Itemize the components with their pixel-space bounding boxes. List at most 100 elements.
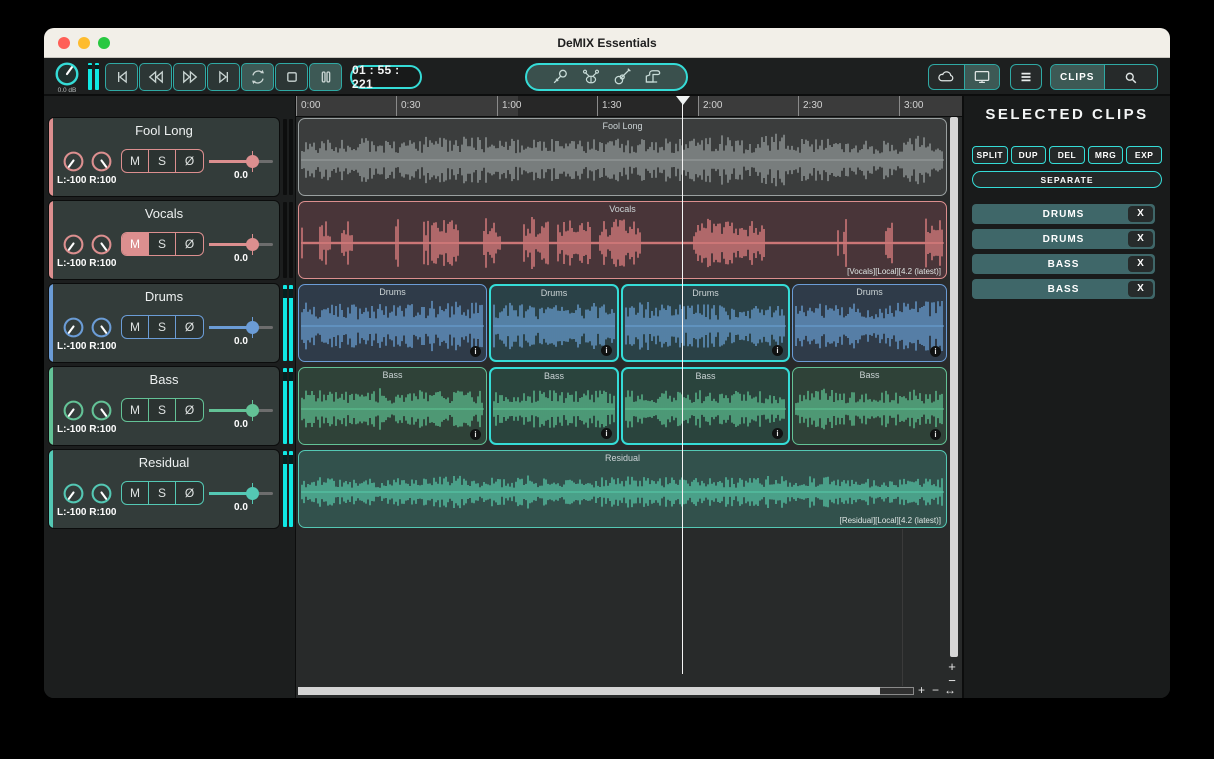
mute-button[interactable]: M	[122, 316, 149, 338]
delete-button[interactable]: DEL	[1049, 146, 1085, 164]
piano-icon[interactable]	[643, 67, 663, 87]
horizontal-scrollbar-thumb[interactable]	[298, 687, 880, 695]
vertical-scrollbar[interactable]	[950, 117, 958, 657]
pan-right-knob[interactable]	[90, 482, 113, 505]
clip-bass-4[interactable]: Bass i	[792, 367, 947, 445]
local-toggle-button[interactable]	[965, 65, 1000, 89]
phase-button[interactable]: Ø	[176, 482, 203, 504]
selected-clip-row[interactable]: BASS X	[972, 254, 1155, 274]
clip-drums-4[interactable]: Drums i	[792, 284, 947, 362]
gain-slider-handle[interactable]	[246, 321, 259, 334]
solo-button[interactable]: S	[149, 316, 176, 338]
time-display[interactable]: 01 : 55 : 221	[350, 65, 422, 89]
clip-drums-1[interactable]: Drums i	[298, 284, 487, 362]
solo-button[interactable]: S	[149, 399, 176, 421]
clip-drums-2-selected[interactable]: Drums i	[489, 284, 619, 362]
gain-slider[interactable]	[209, 160, 273, 163]
gain-slider[interactable]	[209, 492, 273, 495]
info-icon[interactable]: i	[601, 345, 612, 356]
zoom-fit-button[interactable]: ↔	[944, 684, 956, 696]
info-icon[interactable]: i	[470, 346, 481, 357]
playhead-line[interactable]	[682, 96, 683, 674]
clip-drums-3-selected[interactable]: Drums i	[621, 284, 790, 362]
clip-bass-2-selected[interactable]: Bass i	[489, 367, 619, 445]
pan-left-knob[interactable]	[62, 150, 85, 173]
track-header-fool-long[interactable]: Fool Long L:-100 R:100 M S Ø 0.0	[48, 117, 280, 197]
master-volume-knob[interactable]	[54, 61, 80, 87]
timeline-ruler[interactable]: 0:00 0:30 1:00 1:30 2:00 2:30 3:00	[296, 96, 963, 117]
phase-button[interactable]: Ø	[176, 399, 203, 421]
track-header-vocals[interactable]: Vocals L:-100 R:100 M S Ø 0.0	[48, 200, 280, 280]
info-icon[interactable]: i	[772, 345, 783, 356]
gain-slider-handle[interactable]	[246, 404, 259, 417]
clip-bass-1[interactable]: Bass i	[298, 367, 487, 445]
gain-slider-handle[interactable]	[246, 487, 259, 500]
solo-button[interactable]: S	[149, 482, 176, 504]
pan-right-knob[interactable]	[90, 233, 113, 256]
info-icon[interactable]: i	[470, 429, 481, 440]
track-header-bass[interactable]: Bass L:-100 R:100 M S Ø 0.0	[48, 366, 280, 446]
guitar-icon[interactable]	[612, 67, 632, 87]
duplicate-button[interactable]: DUP	[1011, 146, 1047, 164]
pan-right-knob[interactable]	[90, 316, 113, 339]
menu-button[interactable]	[1010, 64, 1042, 90]
pan-left-knob[interactable]	[62, 482, 85, 505]
gain-slider[interactable]	[209, 243, 273, 246]
merge-button[interactable]: MRG	[1088, 146, 1124, 164]
gain-slider-handle[interactable]	[246, 238, 259, 251]
gain-slider-handle[interactable]	[246, 155, 259, 168]
track-header-residual[interactable]: Residual L:-100 R:100 M S Ø 0.0	[48, 449, 280, 529]
selected-clip-row[interactable]: DRUMS X	[972, 204, 1155, 224]
pan-left-knob[interactable]	[62, 233, 85, 256]
phase-button[interactable]: Ø	[176, 233, 203, 255]
split-button[interactable]: SPLIT	[972, 146, 1008, 164]
loop-button[interactable]	[241, 63, 274, 91]
clips-view-button[interactable]: CLIPS	[1051, 65, 1105, 89]
rewind-button[interactable]	[139, 63, 172, 91]
mute-button[interactable]: M	[122, 233, 149, 255]
info-icon[interactable]: i	[930, 346, 941, 357]
gain-slider[interactable]	[209, 326, 273, 329]
vertical-zoom-in-button[interactable]: +	[942, 661, 962, 673]
pan-left-knob[interactable]	[62, 316, 85, 339]
pan-right-knob[interactable]	[90, 150, 113, 173]
track-header-drums[interactable]: Drums L:-100 R:100 M S Ø 0.0	[48, 283, 280, 363]
separate-button[interactable]: SEPARATE	[972, 171, 1162, 188]
mute-button[interactable]: M	[122, 399, 149, 421]
selected-clip-row[interactable]: BASS X	[972, 279, 1155, 299]
phase-button[interactable]: Ø	[176, 316, 203, 338]
info-icon[interactable]: i	[772, 428, 783, 439]
drums-icon[interactable]	[581, 67, 601, 87]
horizontal-zoom-out-button[interactable]: −	[932, 684, 939, 696]
phase-button[interactable]: Ø	[176, 150, 203, 172]
clip-vocals[interactable]: Vocals [Vocals][Local][4.2 (latest)]	[298, 201, 947, 279]
playhead-marker[interactable]	[676, 96, 690, 105]
gain-slider[interactable]	[209, 409, 273, 412]
horizontal-zoom-in-button[interactable]: +	[918, 684, 925, 696]
solo-button[interactable]: S	[149, 150, 176, 172]
remove-clip-button[interactable]: X	[1128, 206, 1153, 222]
solo-button[interactable]: S	[149, 233, 176, 255]
remove-clip-button[interactable]: X	[1128, 231, 1153, 247]
export-button[interactable]: EXP	[1126, 146, 1162, 164]
mute-button[interactable]: M	[122, 482, 149, 504]
microphone-icon[interactable]	[550, 67, 570, 87]
cloud-toggle-button[interactable]	[929, 65, 965, 89]
pause-button[interactable]	[309, 63, 342, 91]
stop-button[interactable]	[275, 63, 308, 91]
pan-left-knob[interactable]	[62, 399, 85, 422]
remove-clip-button[interactable]: X	[1128, 281, 1153, 297]
mute-button[interactable]: M	[122, 150, 149, 172]
clip-residual[interactable]: Residual [Residual][Local][4.2 (latest)]	[298, 450, 947, 528]
skip-to-end-button[interactable]	[207, 63, 240, 91]
pan-right-knob[interactable]	[90, 399, 113, 422]
selected-clip-row[interactable]: DRUMS X	[972, 229, 1155, 249]
stem-selector[interactable]	[525, 63, 688, 91]
remove-clip-button[interactable]: X	[1128, 256, 1153, 272]
skip-to-start-button[interactable]	[105, 63, 138, 91]
info-icon[interactable]: i	[930, 429, 941, 440]
clip-fool-long[interactable]: Fool Long	[298, 118, 947, 196]
fast-forward-button[interactable]	[173, 63, 206, 91]
search-button[interactable]	[1105, 65, 1158, 89]
info-icon[interactable]: i	[601, 428, 612, 439]
